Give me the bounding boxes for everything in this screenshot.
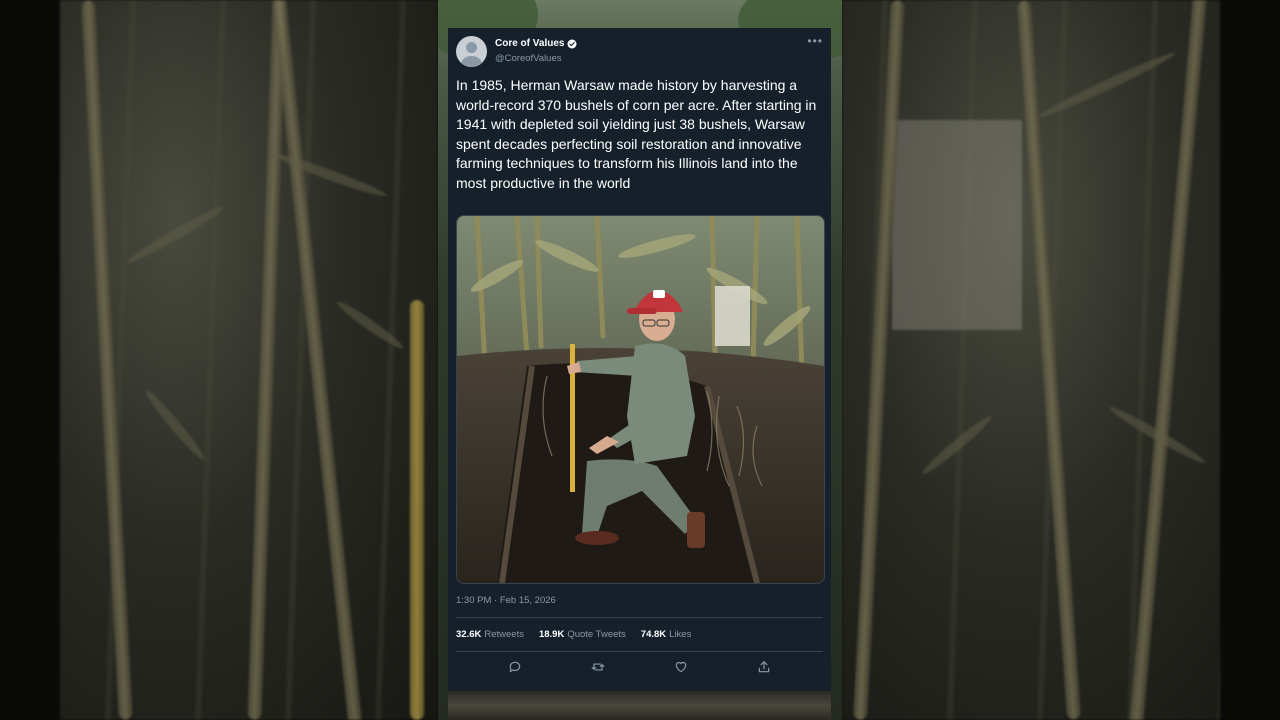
quote-tweets-stat[interactable]: 18.9K Quote Tweets bbox=[539, 629, 626, 640]
divider bbox=[456, 651, 823, 652]
video-background-bottom bbox=[448, 691, 831, 720]
account-handle[interactable]: @CoreofValues bbox=[495, 53, 562, 64]
tweet-actions bbox=[448, 659, 831, 679]
account-name-row[interactable]: Core of Values bbox=[495, 38, 577, 49]
likes-stat[interactable]: 74.8K Likes bbox=[641, 629, 692, 640]
verified-badge-icon bbox=[567, 39, 577, 48]
tweet-stats: 32.6K Retweets 18.9K Quote Tweets 74.8K Lik… bbox=[456, 629, 691, 640]
tweet-timestamp[interactable]: 1:30 PM · Feb 15, 2026 bbox=[456, 595, 556, 606]
background-right bbox=[842, 0, 1280, 720]
divider bbox=[456, 617, 823, 618]
share-button[interactable] bbox=[756, 659, 772, 675]
tweet-card[interactable]: Core of Values @CoreofValues ••• In 1985… bbox=[448, 28, 831, 691]
like-icon bbox=[675, 661, 687, 673]
farmer-in-trench-photo bbox=[457, 216, 824, 583]
retweet-button[interactable] bbox=[590, 659, 606, 675]
share-icon bbox=[759, 661, 770, 673]
account-name[interactable]: Core of Values bbox=[495, 38, 564, 49]
tweet-text: In 1985, Herman Warsaw made history by h… bbox=[456, 77, 817, 191]
retweet-icon bbox=[591, 663, 605, 671]
retweets-stat[interactable]: 32.6K Retweets bbox=[456, 629, 524, 640]
tweet-photo[interactable] bbox=[456, 215, 825, 584]
avatar[interactable] bbox=[456, 36, 487, 67]
like-button[interactable] bbox=[673, 659, 689, 675]
reply-button[interactable] bbox=[507, 659, 523, 675]
background-left bbox=[0, 0, 438, 720]
more-options-icon[interactable]: ••• bbox=[807, 34, 823, 48]
reply-icon bbox=[509, 661, 520, 673]
